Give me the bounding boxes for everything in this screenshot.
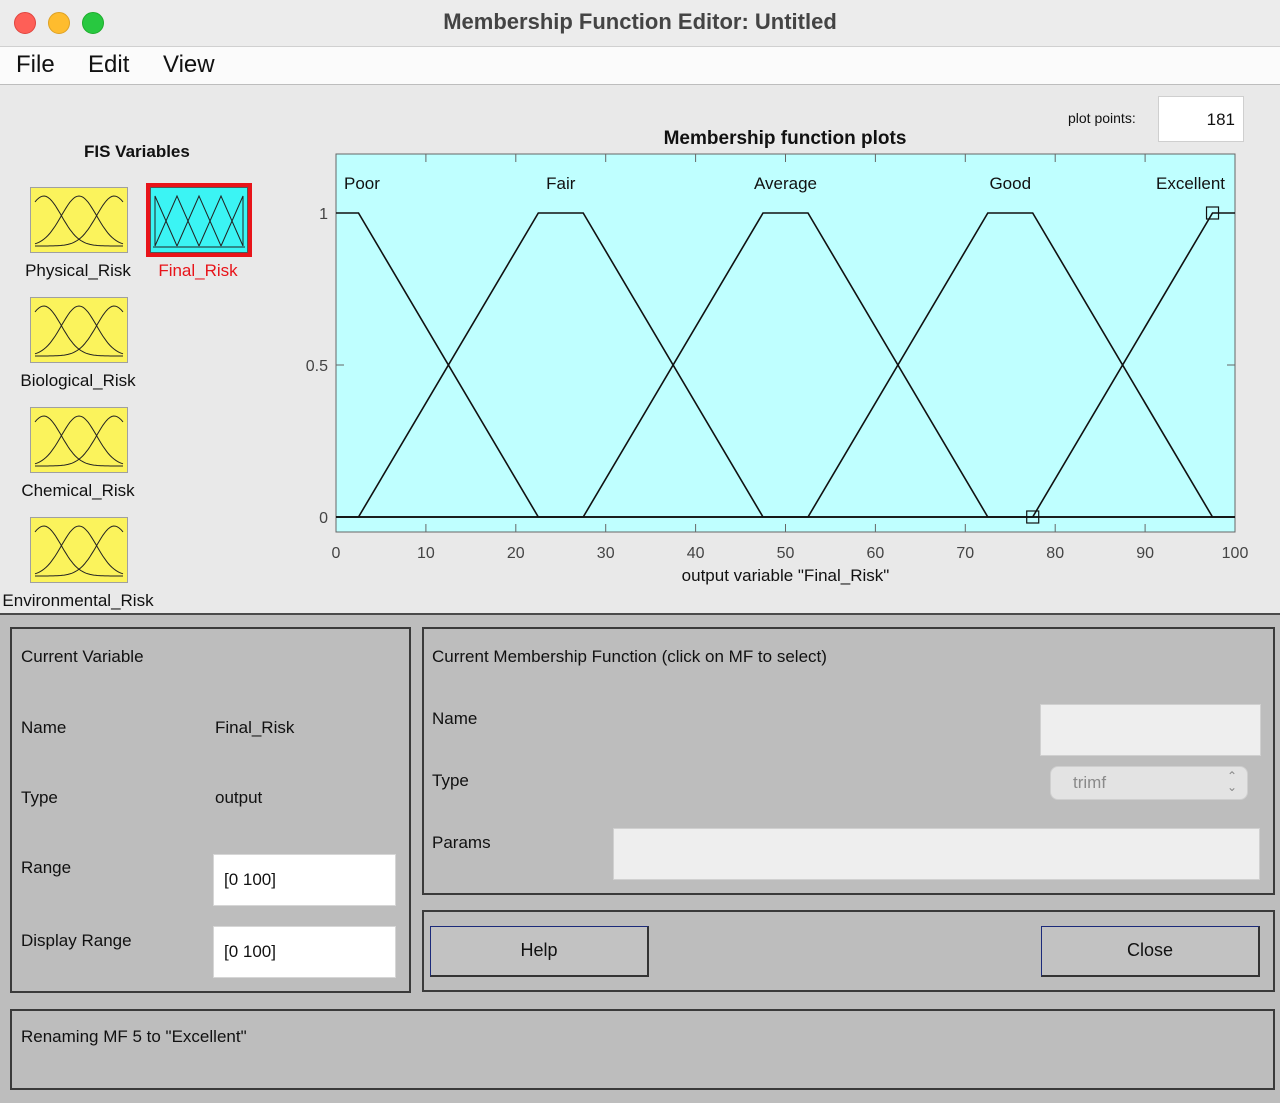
mf-type-label: Type	[432, 771, 469, 790]
mf-curve-icon	[34, 415, 124, 465]
x-axis-label: output variable "Final_Risk"	[682, 566, 890, 585]
display-range-label: Display Range	[21, 931, 132, 950]
variable-type-value: output	[215, 788, 263, 807]
mf-params-input[interactable]	[613, 828, 1260, 880]
input-variable-chemical-icon[interactable]	[30, 407, 128, 473]
input-variable-environmental-label[interactable]: Environmental_Risk	[0, 591, 156, 611]
y-tick-label: 0	[319, 510, 328, 527]
input-variable-physical-icon[interactable]	[30, 187, 128, 253]
input-variable-biological-icon[interactable]	[30, 297, 128, 363]
x-tick-label: 30	[597, 545, 615, 562]
chevron-up-down-icon: ⌃ ⌄	[1226, 769, 1237, 794]
y-tick-label: 0.5	[306, 358, 328, 375]
mf-triangle-icon	[154, 194, 200, 247]
input-variable-biological-label[interactable]: Biological_Risk	[0, 371, 156, 391]
mf-label-fair: Fair	[546, 174, 576, 193]
title-bar: Membership Function Editor: Untitled	[0, 0, 1280, 47]
menu-view[interactable]: View	[163, 51, 215, 79]
x-tick-label: 70	[956, 545, 974, 562]
x-tick-label: 0	[332, 545, 341, 562]
mf-label-good: Good	[989, 174, 1031, 193]
input-variable-chemical-label[interactable]: Chemical_Risk	[0, 481, 156, 501]
range-input[interactable]: [0 100]	[213, 854, 396, 906]
mf-curve-icon	[35, 525, 124, 577]
current-mf-title: Current Membership Function (click on MF…	[432, 647, 827, 666]
mf-name-label: Name	[432, 709, 478, 728]
menu-bar: File Edit View	[0, 47, 1280, 85]
x-tick-label: 50	[777, 545, 795, 562]
output-variable-final-risk-icon[interactable]	[146, 183, 252, 257]
membership-function-plot[interactable]: 0 10 20 30 40 50 60 70 80 90 100 0 0.5 1 Poor Fair Avera…	[290, 150, 1260, 590]
mf-label-poor: Poor	[344, 174, 380, 193]
current-variable-title: Current Variable	[21, 647, 144, 666]
mf-curve-icon	[34, 525, 124, 575]
input-variable-environmental-icon[interactable]	[30, 517, 128, 583]
mf-label-average: Average	[754, 174, 817, 193]
variable-name-label: Name	[21, 718, 67, 737]
mf-curve-icon	[34, 305, 124, 355]
range-label: Range	[21, 858, 72, 877]
mf-triangle-icon	[176, 194, 222, 247]
x-tick-label: 40	[687, 545, 705, 562]
x-tick-label: 80	[1046, 545, 1064, 562]
plot-title: Membership function plots	[663, 128, 907, 149]
status-message: Renaming MF 5 to "Excellent"	[21, 1027, 247, 1046]
mf-curve-icon	[34, 415, 123, 467]
mf-curve-icon	[35, 305, 124, 357]
mf-curve-icon	[34, 195, 123, 247]
mf-type-select[interactable]: trimf ⌃ ⌄	[1050, 766, 1248, 800]
plot-points-input[interactable]: 181	[1158, 96, 1244, 142]
mf-curve-icon	[35, 415, 124, 467]
x-tick-label: 100	[1222, 545, 1249, 562]
display-range-input[interactable]: [0 100]	[213, 926, 396, 978]
variable-type-label: Type	[21, 788, 58, 807]
plot-area	[335, 153, 1236, 533]
mf-curve-icon	[34, 195, 124, 245]
x-tick-label: 10	[417, 545, 435, 562]
window-title: Membership Function Editor: Untitled	[443, 9, 837, 34]
menu-edit[interactable]: Edit	[88, 51, 129, 79]
mf-curve-icon	[34, 305, 123, 357]
help-button[interactable]: Help	[430, 926, 649, 977]
plot-points-label: plot points:	[1068, 110, 1136, 126]
mf-name-input[interactable]	[1040, 704, 1261, 756]
fis-variables-title: FIS Variables	[84, 142, 190, 161]
y-tick-label: 1	[319, 206, 328, 223]
menu-file[interactable]: File	[16, 51, 55, 79]
mf-params-label: Params	[432, 833, 491, 852]
input-variable-physical-label[interactable]: Physical_Risk	[0, 261, 156, 281]
mf-triangle-icon	[198, 194, 244, 247]
mf-type-value: trimf	[1073, 773, 1107, 792]
variable-name-value: Final_Risk	[215, 718, 295, 737]
status-panel	[10, 1009, 1275, 1090]
x-tick-label: 20	[507, 545, 525, 562]
x-tick-label: 60	[867, 545, 885, 562]
close-button[interactable]: Close	[1041, 926, 1260, 977]
output-variable-final-risk-label[interactable]: Final_Risk	[138, 261, 258, 281]
mf-curve-icon	[34, 525, 123, 577]
mf-label-excellent: Excellent	[1156, 174, 1225, 193]
x-tick-label: 90	[1136, 545, 1154, 562]
mf-curve-icon	[35, 195, 124, 247]
